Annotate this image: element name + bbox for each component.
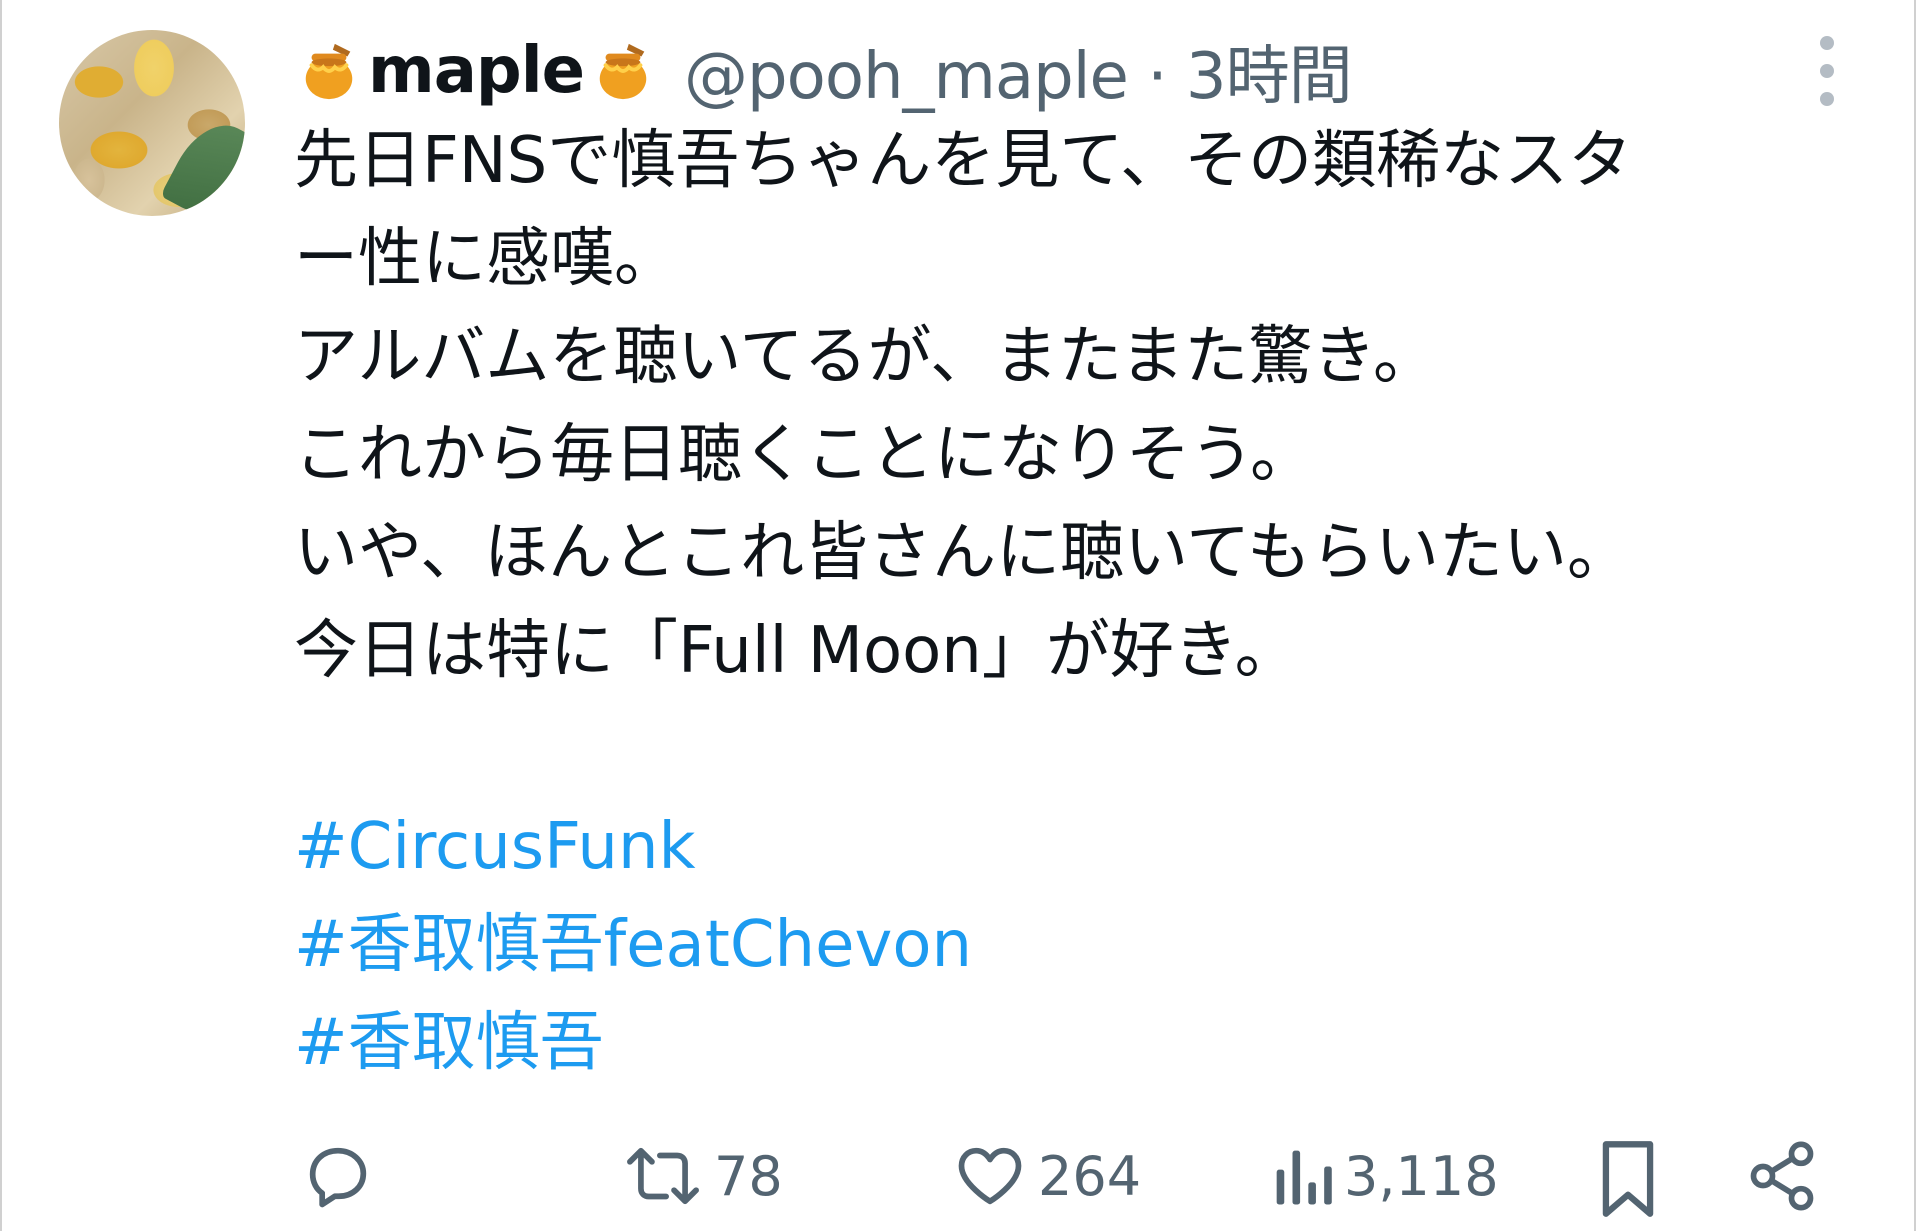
tweet-line: これから毎日聴くことになりそう。: [294, 418, 1315, 492]
more-options-icon[interactable]: [1812, 36, 1842, 106]
share-icon: [1750, 1141, 1814, 1211]
reply-icon: [309, 1147, 367, 1208]
views-button[interactable]: 3,118: [1270, 1138, 1499, 1214]
retweet-icon: [627, 1147, 699, 1205]
like-count: 264: [1038, 1144, 1142, 1208]
share-button[interactable]: [1744, 1138, 1820, 1214]
hashtag-link[interactable]: #CircusFunk: [294, 798, 1874, 896]
more-dot: [1820, 36, 1834, 50]
like-button[interactable]: 264: [952, 1138, 1141, 1214]
more-dot: [1820, 64, 1834, 78]
reply-button[interactable]: [300, 1138, 376, 1214]
hashtag-link[interactable]: #香取慎吾: [294, 994, 1874, 1092]
tweet-text: 先日FNSで慎吾ちゃんを見て、その類稀なスタ ー性に感嘆。 アルバムを聴いてるが…: [294, 112, 1874, 1092]
tweet-line: 今日は特に「Full Moon」が好き。: [294, 614, 1299, 688]
hashtag-link[interactable]: #香取慎吾featChevon: [294, 896, 1874, 994]
avatar-leaf: [160, 111, 245, 216]
honey-pot-icon: [599, 43, 647, 100]
views-count: 3,118: [1344, 1144, 1499, 1208]
honey-pot-icon: [305, 43, 353, 100]
tweet-line: いや、ほんとこれ皆さんに聴いてもらいたい。: [294, 516, 1631, 590]
action-bar: 78 264 3,118: [2, 1130, 1920, 1220]
avatar[interactable]: [59, 30, 245, 216]
more-dot: [1820, 92, 1834, 106]
display-name[interactable]: maple: [368, 34, 585, 108]
tweet-line: ー性に感嘆。: [294, 222, 678, 296]
views-chart-icon: [1276, 1150, 1332, 1205]
retweet-button[interactable]: 78: [622, 1138, 783, 1214]
tweet-line: アルバムを聴いてるが、またまた驚き。: [294, 320, 1438, 394]
tweet-header: maple @pooh_maple · 3時間: [298, 25, 1353, 117]
bookmark-button[interactable]: [1596, 1138, 1660, 1220]
retweet-count: 78: [714, 1144, 783, 1208]
bookmark-icon: [1602, 1141, 1654, 1217]
tweet-line: 先日FNSで慎吾ちゃんを見て、その類稀なスタ: [294, 124, 1633, 198]
heart-icon: [958, 1147, 1022, 1205]
tweet-card: maple @pooh_maple · 3時間 先日FNSで慎吾ちゃんを見て、そ…: [0, 0, 1916, 1231]
handle-and-time[interactable]: @pooh_maple · 3時間: [684, 25, 1353, 117]
